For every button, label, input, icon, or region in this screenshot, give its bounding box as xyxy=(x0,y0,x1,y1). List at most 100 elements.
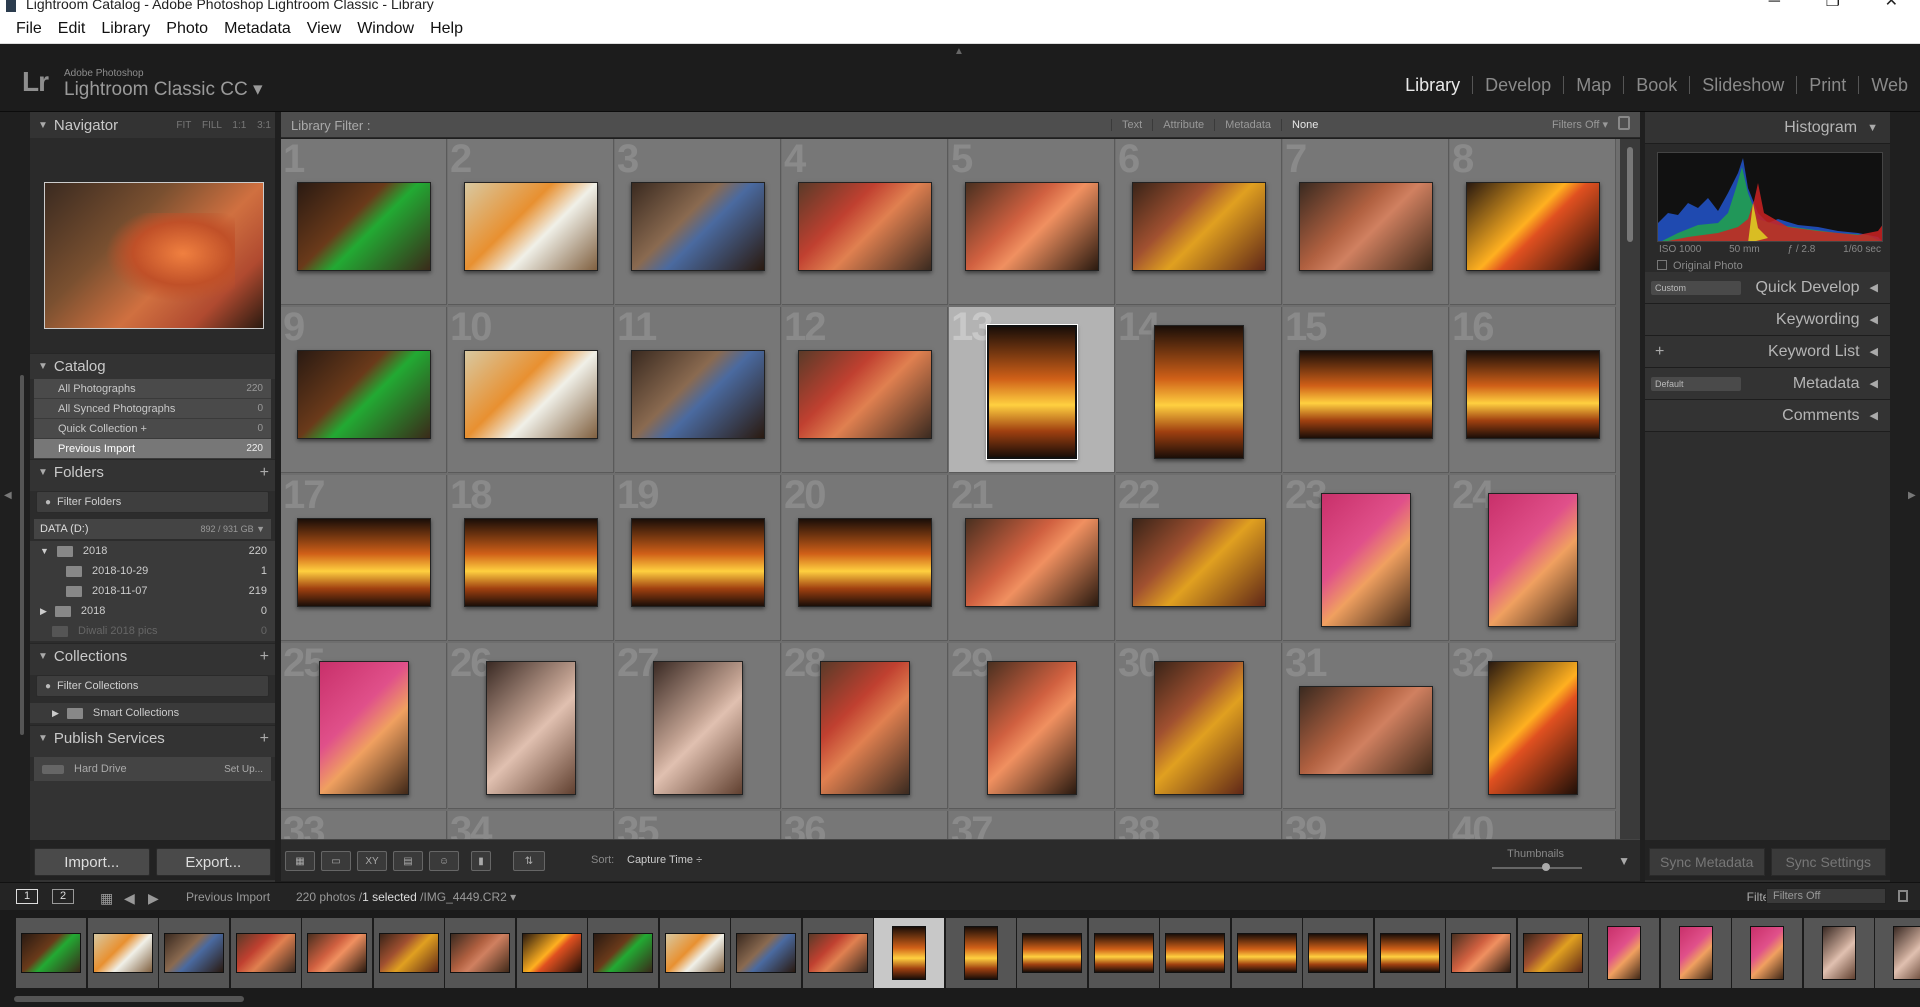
photo-thumbnail[interactable] xyxy=(965,182,1099,271)
original-photo-checkbox[interactable]: Original Photo xyxy=(1657,260,1743,272)
photo-thumbnail[interactable] xyxy=(653,661,743,795)
filmstrip-source[interactable]: Previous Import xyxy=(186,890,270,904)
smart-collections-row[interactable]: ▶ Smart Collections xyxy=(30,703,275,723)
sort-direction-icon[interactable]: ⇅ xyxy=(513,851,545,871)
loupe-view-icon[interactable]: ▭ xyxy=(321,851,351,871)
photo-thumbnail[interactable] xyxy=(297,350,431,439)
grid-cell[interactable]: 39 xyxy=(1283,809,1449,839)
folder-row[interactable]: 2018-10-29 1 xyxy=(30,561,275,581)
grid-cell[interactable]: 9 xyxy=(281,305,447,473)
photo-thumbnail[interactable] xyxy=(820,661,910,795)
grid-cell[interactable]: 17 xyxy=(281,473,447,641)
catalog-item[interactable]: Quick Collection +0 xyxy=(34,419,271,439)
menu-help[interactable]: Help xyxy=(422,20,471,38)
grid-view-icon[interactable]: ▦ xyxy=(285,851,315,871)
module-book[interactable]: Book xyxy=(1623,76,1689,94)
photo-thumbnail[interactable] xyxy=(1299,350,1433,439)
filter-text[interactable]: Text xyxy=(1111,119,1152,131)
filmstrip-cell[interactable] xyxy=(1875,918,1920,988)
filmstrip-thumbnail[interactable] xyxy=(963,926,998,980)
folder-row[interactable]: 2018-11-07 219 xyxy=(30,581,275,601)
module-map[interactable]: Map xyxy=(1563,76,1623,94)
grid-cell[interactable]: 16 xyxy=(1450,305,1616,473)
grid-cell[interactable]: 26 xyxy=(448,641,614,809)
filmstrip-filter-dropdown[interactable]: Filters Off xyxy=(1766,888,1886,904)
grid-cell[interactable]: 35 xyxy=(615,809,781,839)
photo-thumbnail[interactable] xyxy=(464,350,598,439)
compare-view-icon[interactable]: XY xyxy=(357,851,387,871)
sync-metadata-button[interactable]: Sync Metadata xyxy=(1649,848,1765,876)
thumbnail-size-slider[interactable] xyxy=(1492,867,1582,869)
filmstrip-thumbnail[interactable] xyxy=(664,933,725,973)
photo-thumbnail[interactable] xyxy=(1299,686,1433,775)
menu-edit[interactable]: Edit xyxy=(50,20,94,38)
grid-cell[interactable]: 22 xyxy=(1116,473,1282,641)
filmstrip-cell[interactable] xyxy=(1374,918,1445,988)
grid-cell[interactable]: 40 xyxy=(1450,809,1616,839)
grid-cell[interactable]: 34 xyxy=(448,809,614,839)
module-web[interactable]: Web xyxy=(1858,76,1920,94)
photo-thumbnail[interactable] xyxy=(1132,182,1266,271)
grid-cell[interactable]: 27 xyxy=(615,641,781,809)
filter-attribute[interactable]: Attribute xyxy=(1152,119,1214,131)
catalog-item[interactable]: All Photographs 220 xyxy=(34,379,271,399)
close-button[interactable]: ✕ xyxy=(1885,0,1898,10)
grid-cell[interactable]: 10 xyxy=(448,305,614,473)
quick-develop-header[interactable]: Custom Quick Develop ◀ xyxy=(1645,272,1890,304)
menu-metadata[interactable]: Metadata xyxy=(216,20,299,38)
zoom-1-1[interactable]: 1:1 xyxy=(232,120,246,131)
filmstrip-cell[interactable] xyxy=(1303,918,1373,988)
thumbnail-slider-knob[interactable] xyxy=(1542,863,1550,871)
filmstrip-cell[interactable] xyxy=(302,918,372,988)
grid-scroll-thumb[interactable] xyxy=(1627,147,1633,242)
grid-cell[interactable]: 8 xyxy=(1450,139,1616,305)
filmstrip-thumbnail[interactable] xyxy=(1821,926,1856,980)
left-panel-scrollbar[interactable] xyxy=(20,375,24,735)
menu-photo[interactable]: Photo xyxy=(158,20,216,38)
filter-folders-input[interactable]: ● Filter Folders xyxy=(36,491,269,513)
filmstrip-thumbnail[interactable] xyxy=(21,933,81,973)
photo-thumbnail[interactable] xyxy=(631,518,765,607)
setup-link[interactable]: Set Up... xyxy=(224,764,263,775)
grid-cell[interactable]: 4 xyxy=(782,139,948,305)
module-slideshow[interactable]: Slideshow xyxy=(1689,76,1796,94)
filmstrip-thumbnail[interactable] xyxy=(1607,926,1641,980)
menu-view[interactable]: View xyxy=(299,20,349,38)
photo-thumbnail[interactable] xyxy=(297,518,431,607)
app-name[interactable]: Lightroom Classic CC ▾ xyxy=(64,78,263,101)
grid-cell[interactable]: 31 xyxy=(1283,641,1449,809)
grid-cell[interactable]: 25 xyxy=(281,641,447,809)
filmstrip-scrollbar[interactable] xyxy=(14,996,244,1002)
module-print[interactable]: Print xyxy=(1796,76,1858,94)
filmstrip-thumbnail[interactable] xyxy=(1893,926,1920,980)
filmstrip-cell[interactable] xyxy=(16,918,86,988)
photo-thumbnail[interactable] xyxy=(798,350,932,439)
filmstrip-cell[interactable] xyxy=(1160,918,1230,988)
filmstrip-cell[interactable] xyxy=(1803,918,1874,988)
filmstrip-cell[interactable] xyxy=(87,918,158,988)
filmstrip-cell[interactable] xyxy=(230,918,301,988)
publish-services-header[interactable]: ▼ Publish Services + xyxy=(30,725,275,751)
zoom-fill[interactable]: FILL xyxy=(202,120,222,131)
folder-row[interactable]: ▶ 2018 0 xyxy=(30,601,275,621)
photo-thumbnail[interactable] xyxy=(486,661,576,795)
grid-cell[interactable]: 37 xyxy=(949,809,1115,839)
photo-thumbnail[interactable] xyxy=(1299,182,1433,271)
grid-cell[interactable]: 15 xyxy=(1283,305,1449,473)
filmstrip-cell[interactable] xyxy=(588,918,658,988)
photo-thumbnail[interactable] xyxy=(965,518,1099,607)
photo-thumbnail[interactable] xyxy=(631,350,765,439)
grid-cell[interactable]: 30 xyxy=(1116,641,1282,809)
grid-cell[interactable]: 18 xyxy=(448,473,614,641)
zoom-fit[interactable]: FIT xyxy=(176,120,191,131)
filmstrip-thumbnail[interactable] xyxy=(521,933,582,973)
filmstrip-cell[interactable] xyxy=(1446,918,1516,988)
grid-scrollbar[interactable] xyxy=(1620,139,1640,839)
filmstrip-thumbnail[interactable] xyxy=(307,933,367,973)
grid-cell[interactable]: 3 xyxy=(615,139,781,305)
photo-thumbnail[interactable] xyxy=(1132,518,1266,607)
folder-row[interactable]: Diwali 2018 pics 0 xyxy=(30,621,275,641)
filmstrip-thumbnail[interactable] xyxy=(593,933,653,973)
folder-row[interactable]: ▼ 2018 220 xyxy=(30,541,275,561)
filmstrip-thumbnail[interactable] xyxy=(736,933,796,973)
